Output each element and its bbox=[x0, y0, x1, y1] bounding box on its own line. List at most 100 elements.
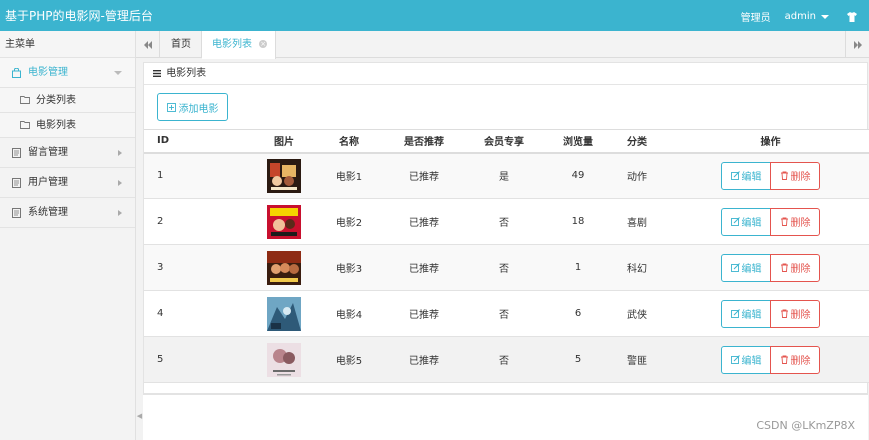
edit-icon bbox=[730, 263, 740, 272]
tab-label: 电影列表 bbox=[212, 39, 252, 50]
app-title: 基于PHP的电影网-管理后台 bbox=[5, 9, 153, 23]
cell-vip: 否 bbox=[454, 336, 554, 383]
edit-icon bbox=[730, 355, 740, 364]
movie-poster-image[interactable] bbox=[267, 342, 301, 377]
movie-poster-image[interactable] bbox=[267, 296, 301, 331]
cell-actions: 编辑 删除 bbox=[672, 290, 869, 337]
cell-name: 电影4 bbox=[304, 290, 394, 337]
double-chevron-left-icon bbox=[143, 40, 152, 49]
table-row: 2 电影2 已推荐 否 18 喜剧 编辑 删除 bbox=[144, 198, 869, 245]
tab-scroll-right-button[interactable] bbox=[845, 31, 869, 58]
cell-actions: 编辑 删除 bbox=[672, 244, 869, 291]
movie-table: ID 图片 名称 是否推荐 会员专享 浏览量 分类 操作 1 电影1 已推荐 是… bbox=[144, 129, 869, 383]
sidebar-subitem-label: 电影列表 bbox=[36, 120, 76, 131]
cell-image bbox=[264, 152, 304, 199]
cell-image bbox=[264, 244, 304, 291]
action-group: 编辑 删除 bbox=[721, 161, 820, 190]
chevron-right-icon bbox=[118, 150, 122, 156]
delete-button[interactable]: 删除 bbox=[770, 161, 820, 190]
movie-poster-image[interactable] bbox=[267, 250, 301, 285]
edit-button[interactable]: 编辑 bbox=[721, 345, 771, 374]
cell-views: 1 bbox=[554, 244, 602, 291]
sidebar-item-system[interactable]: 系统管理 bbox=[0, 198, 135, 228]
cell-category: 动作 bbox=[602, 152, 672, 199]
cell-actions: 编辑 删除 bbox=[672, 198, 869, 245]
delete-button[interactable]: 删除 bbox=[770, 207, 820, 236]
cell-id: 2 bbox=[144, 198, 264, 245]
table-row: 1 电影1 已推荐 是 49 动作 编辑 删除 bbox=[144, 152, 869, 199]
trash-icon bbox=[780, 263, 788, 272]
skin-icon[interactable] bbox=[847, 11, 857, 22]
folder-icon bbox=[20, 121, 30, 129]
sidebar-item-label: 电影管理 bbox=[28, 67, 68, 78]
cell-recommended: 已推荐 bbox=[394, 244, 454, 291]
edit-button[interactable]: 编辑 bbox=[721, 161, 771, 190]
cell-vip: 否 bbox=[454, 244, 554, 291]
sidebar-subitem-movie-list[interactable]: 电影列表 bbox=[0, 113, 135, 138]
edit-button[interactable]: 编辑 bbox=[721, 207, 771, 236]
username: admin bbox=[784, 11, 816, 22]
delete-label: 删除 bbox=[790, 172, 811, 184]
delete-button[interactable]: 删除 bbox=[770, 345, 820, 374]
edit-label: 编辑 bbox=[741, 172, 762, 184]
edit-button[interactable]: 编辑 bbox=[721, 299, 771, 328]
sidebar-item-label: 系统管理 bbox=[28, 207, 68, 218]
col-header-category: 分类 bbox=[602, 129, 672, 154]
chevron-down-icon bbox=[114, 71, 122, 75]
delete-button[interactable]: 删除 bbox=[770, 299, 820, 328]
col-header-views: 浏览量 bbox=[554, 129, 602, 154]
table-row: 3 电影3 已推荐 否 1 科幻 编辑 删除 bbox=[144, 244, 869, 291]
cell-views: 6 bbox=[554, 290, 602, 337]
cell-recommended: 已推荐 bbox=[394, 290, 454, 337]
col-header-actions: 操作 bbox=[672, 129, 869, 154]
sidebar-item-users[interactable]: 用户管理 bbox=[0, 168, 135, 198]
edit-icon bbox=[730, 217, 740, 226]
edit-label: 编辑 bbox=[741, 218, 762, 229]
cell-actions: 编辑 删除 bbox=[672, 336, 869, 383]
cell-category: 喜剧 bbox=[602, 198, 672, 245]
edit-button[interactable]: 编辑 bbox=[721, 253, 771, 282]
sidebar-item-label: 用户管理 bbox=[28, 177, 68, 188]
tab-home[interactable]: 首页 bbox=[161, 31, 202, 58]
user-menu[interactable]: admin bbox=[785, 11, 829, 22]
action-group: 编辑 删除 bbox=[721, 253, 820, 282]
cell-vip: 是 bbox=[454, 152, 554, 199]
sidebar-title: 主菜单 bbox=[0, 31, 135, 58]
close-icon[interactable]: × bbox=[259, 40, 268, 48]
edit-icon bbox=[730, 171, 740, 181]
cell-actions: 编辑 删除 bbox=[672, 152, 869, 199]
sidebar: 主菜单 电影管理 分类列表 电影列表 留言管理 用户管理 系统管理 bbox=[0, 31, 136, 440]
movie-poster-image[interactable] bbox=[267, 204, 301, 239]
cell-id: 3 bbox=[144, 244, 264, 291]
sidebar-item-label: 留言管理 bbox=[28, 147, 68, 158]
sidebar-item-movies[interactable]: 电影管理 bbox=[0, 58, 135, 88]
delete-label: 删除 bbox=[790, 264, 811, 275]
add-movie-button[interactable]: 添加电影 bbox=[157, 93, 228, 121]
action-group: 编辑 删除 bbox=[721, 207, 820, 236]
sidebar-collapse-handle[interactable]: ◀ bbox=[136, 405, 143, 427]
trash-icon bbox=[780, 355, 788, 364]
col-header-image: 图片 bbox=[264, 129, 304, 154]
tab-scroll-left-button[interactable] bbox=[136, 31, 160, 58]
bag-icon bbox=[12, 68, 21, 78]
header-actions: 管理员 admin bbox=[741, 9, 857, 24]
cell-category: 武侠 bbox=[602, 290, 672, 337]
tab-movie-list[interactable]: 电影列表 × bbox=[202, 31, 277, 59]
delete-button[interactable]: 删除 bbox=[770, 253, 820, 282]
trash-icon bbox=[780, 309, 788, 318]
sidebar-item-messages[interactable]: 留言管理 bbox=[0, 138, 135, 168]
role-label: 管理员 bbox=[740, 13, 771, 24]
action-group: 编辑 删除 bbox=[721, 299, 820, 328]
double-chevron-right-icon bbox=[853, 40, 862, 49]
edit-label: 编辑 bbox=[741, 310, 762, 321]
cell-category: 科幻 bbox=[602, 244, 672, 291]
sidebar-subitem-category-list[interactable]: 分类列表 bbox=[0, 88, 135, 113]
add-movie-label: 添加电影 bbox=[178, 103, 219, 115]
main-panel: 电影列表 添加电影 ID 图片 名称 是否推荐 会员专享 浏览量 分类 操作 1 bbox=[143, 62, 869, 394]
trash-icon bbox=[780, 171, 788, 181]
cell-image bbox=[264, 198, 304, 245]
edit-label: 编辑 bbox=[741, 356, 762, 367]
panel-title: 电影列表 bbox=[166, 68, 207, 79]
cell-views: 49 bbox=[554, 152, 602, 199]
movie-poster-image[interactable] bbox=[267, 158, 301, 193]
